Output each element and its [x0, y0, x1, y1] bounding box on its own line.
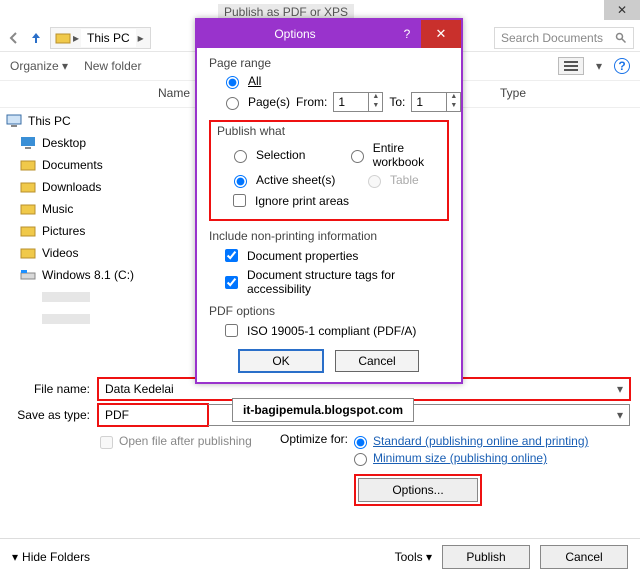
breadcrumb-seg[interactable]: This PC	[81, 29, 136, 47]
search-input[interactable]: Search Documents	[494, 27, 634, 49]
footer-bar: ▾ Hide Folders Tools ▾ Publish Cancel	[0, 538, 640, 574]
cancel-button[interactable]: Cancel	[335, 350, 419, 372]
ignore-print-areas-checkbox[interactable]: Ignore print areas	[229, 191, 441, 210]
tree-this-pc[interactable]: This PC	[0, 110, 148, 132]
dialog-title: Options	[197, 27, 393, 41]
breadcrumb[interactable]: ▸ This PC ▸	[50, 27, 151, 49]
computer-icon	[6, 114, 22, 128]
back-icon[interactable]	[6, 30, 22, 46]
folder-icon	[55, 30, 71, 46]
pdf-options-group: PDF options ISO 19005-1 compliant (PDF/A…	[209, 304, 449, 340]
chevron-down-icon: ▾	[62, 59, 68, 73]
optimize-standard-radio[interactable]: Standard (publishing online and printing…	[354, 434, 588, 449]
iso-compliant-checkbox[interactable]: ISO 19005-1 compliant (PDF/A)	[221, 321, 449, 340]
chevron-right-icon: ▸	[71, 31, 81, 45]
options-button[interactable]: Options...	[358, 478, 478, 502]
search-placeholder: Search Documents	[501, 31, 603, 45]
save-type-label: Save as type:	[10, 408, 98, 422]
from-label: From:	[296, 95, 327, 109]
to-label: To:	[389, 95, 405, 109]
new-folder-button[interactable]: New folder	[84, 59, 141, 73]
ok-button[interactable]: OK	[239, 350, 323, 372]
tree-documents[interactable]: Documents	[0, 154, 148, 176]
selection-radio[interactable]: Selection	[229, 147, 322, 163]
watermark-label: it-bagipemula.blogspot.com	[232, 398, 414, 422]
open-after-checkbox[interactable]: Open file after publishing	[100, 434, 280, 449]
drive-icon	[20, 268, 36, 282]
publish-button[interactable]: Publish	[442, 545, 530, 569]
from-spinner[interactable]: 1▲▼	[333, 92, 383, 112]
active-sheets-radio[interactable]: Active sheet(s)	[229, 172, 339, 188]
page-range-pages-radio[interactable]: Page(s)	[221, 94, 290, 110]
tree-downloads[interactable]: Downloads	[0, 176, 148, 198]
chevron-right-icon: ▸	[136, 31, 146, 45]
file-name-label: File name:	[10, 382, 98, 396]
tools-menu[interactable]: Tools ▾	[395, 550, 432, 564]
to-spinner[interactable]: 1▲▼	[411, 92, 461, 112]
chevron-down-icon: ▾	[426, 550, 432, 564]
nav-tree: This PC Desktop Documents Downloads Musi…	[0, 110, 148, 330]
help-icon[interactable]: ?	[614, 58, 630, 74]
view-mode-button[interactable]	[558, 57, 584, 75]
publish-what-group: Publish what Selection Entire workbook A…	[209, 120, 449, 221]
optimize-label: Optimize for:	[280, 432, 348, 506]
up-icon[interactable]	[28, 30, 44, 46]
close-icon[interactable]: ✕	[421, 20, 461, 48]
search-icon	[615, 32, 627, 44]
entire-workbook-radio[interactable]: Entire workbook	[346, 141, 441, 169]
chevron-down-icon: ▾	[12, 550, 18, 564]
cancel-button[interactable]: Cancel	[540, 545, 628, 569]
folder-icon	[20, 224, 36, 238]
table-radio: Table	[363, 172, 419, 188]
col-type[interactable]: Type	[490, 81, 536, 107]
folder-icon	[20, 180, 36, 194]
tree-music[interactable]: Music	[0, 198, 148, 220]
parent-close-button[interactable]: ✕	[604, 0, 640, 20]
options-dialog: Options ? ✕ Page range All Page(s) From:…	[195, 18, 463, 384]
save-type-field-hl[interactable]: PDF	[98, 404, 208, 426]
tree-videos[interactable]: Videos	[0, 242, 148, 264]
desktop-icon	[20, 136, 36, 150]
organize-menu[interactable]: Organize ▾	[10, 59, 68, 73]
tree-desktop[interactable]: Desktop	[0, 132, 148, 154]
tree-drive-c[interactable]: Windows 8.1 (C:)	[0, 264, 148, 286]
optimize-minimum-radio[interactable]: Minimum size (publishing online)	[354, 451, 588, 466]
page-range-all-radio[interactable]: All	[221, 73, 449, 89]
folder-icon	[20, 158, 36, 172]
chevron-down-icon[interactable]: ▾	[617, 382, 623, 396]
doc-properties-checkbox[interactable]: Document properties	[221, 246, 449, 265]
dialog-titlebar: Options ? ✕	[197, 20, 461, 48]
page-range-group: Page range All Page(s) From: 1▲▼ To: 1▲▼	[209, 56, 449, 112]
tree-obscured	[0, 308, 148, 330]
include-nonprinting-group: Include non-printing information Documen…	[209, 229, 449, 296]
folder-icon	[20, 246, 36, 260]
doc-structure-checkbox[interactable]: Document structure tags for accessibilit…	[221, 268, 449, 296]
hide-folders-button[interactable]: ▾ Hide Folders	[12, 550, 90, 564]
help-icon[interactable]: ?	[393, 27, 421, 41]
tree-obscured	[0, 286, 148, 308]
tree-pictures[interactable]: Pictures	[0, 220, 148, 242]
folder-icon	[20, 202, 36, 216]
chevron-down-icon[interactable]: ▾	[617, 408, 623, 422]
